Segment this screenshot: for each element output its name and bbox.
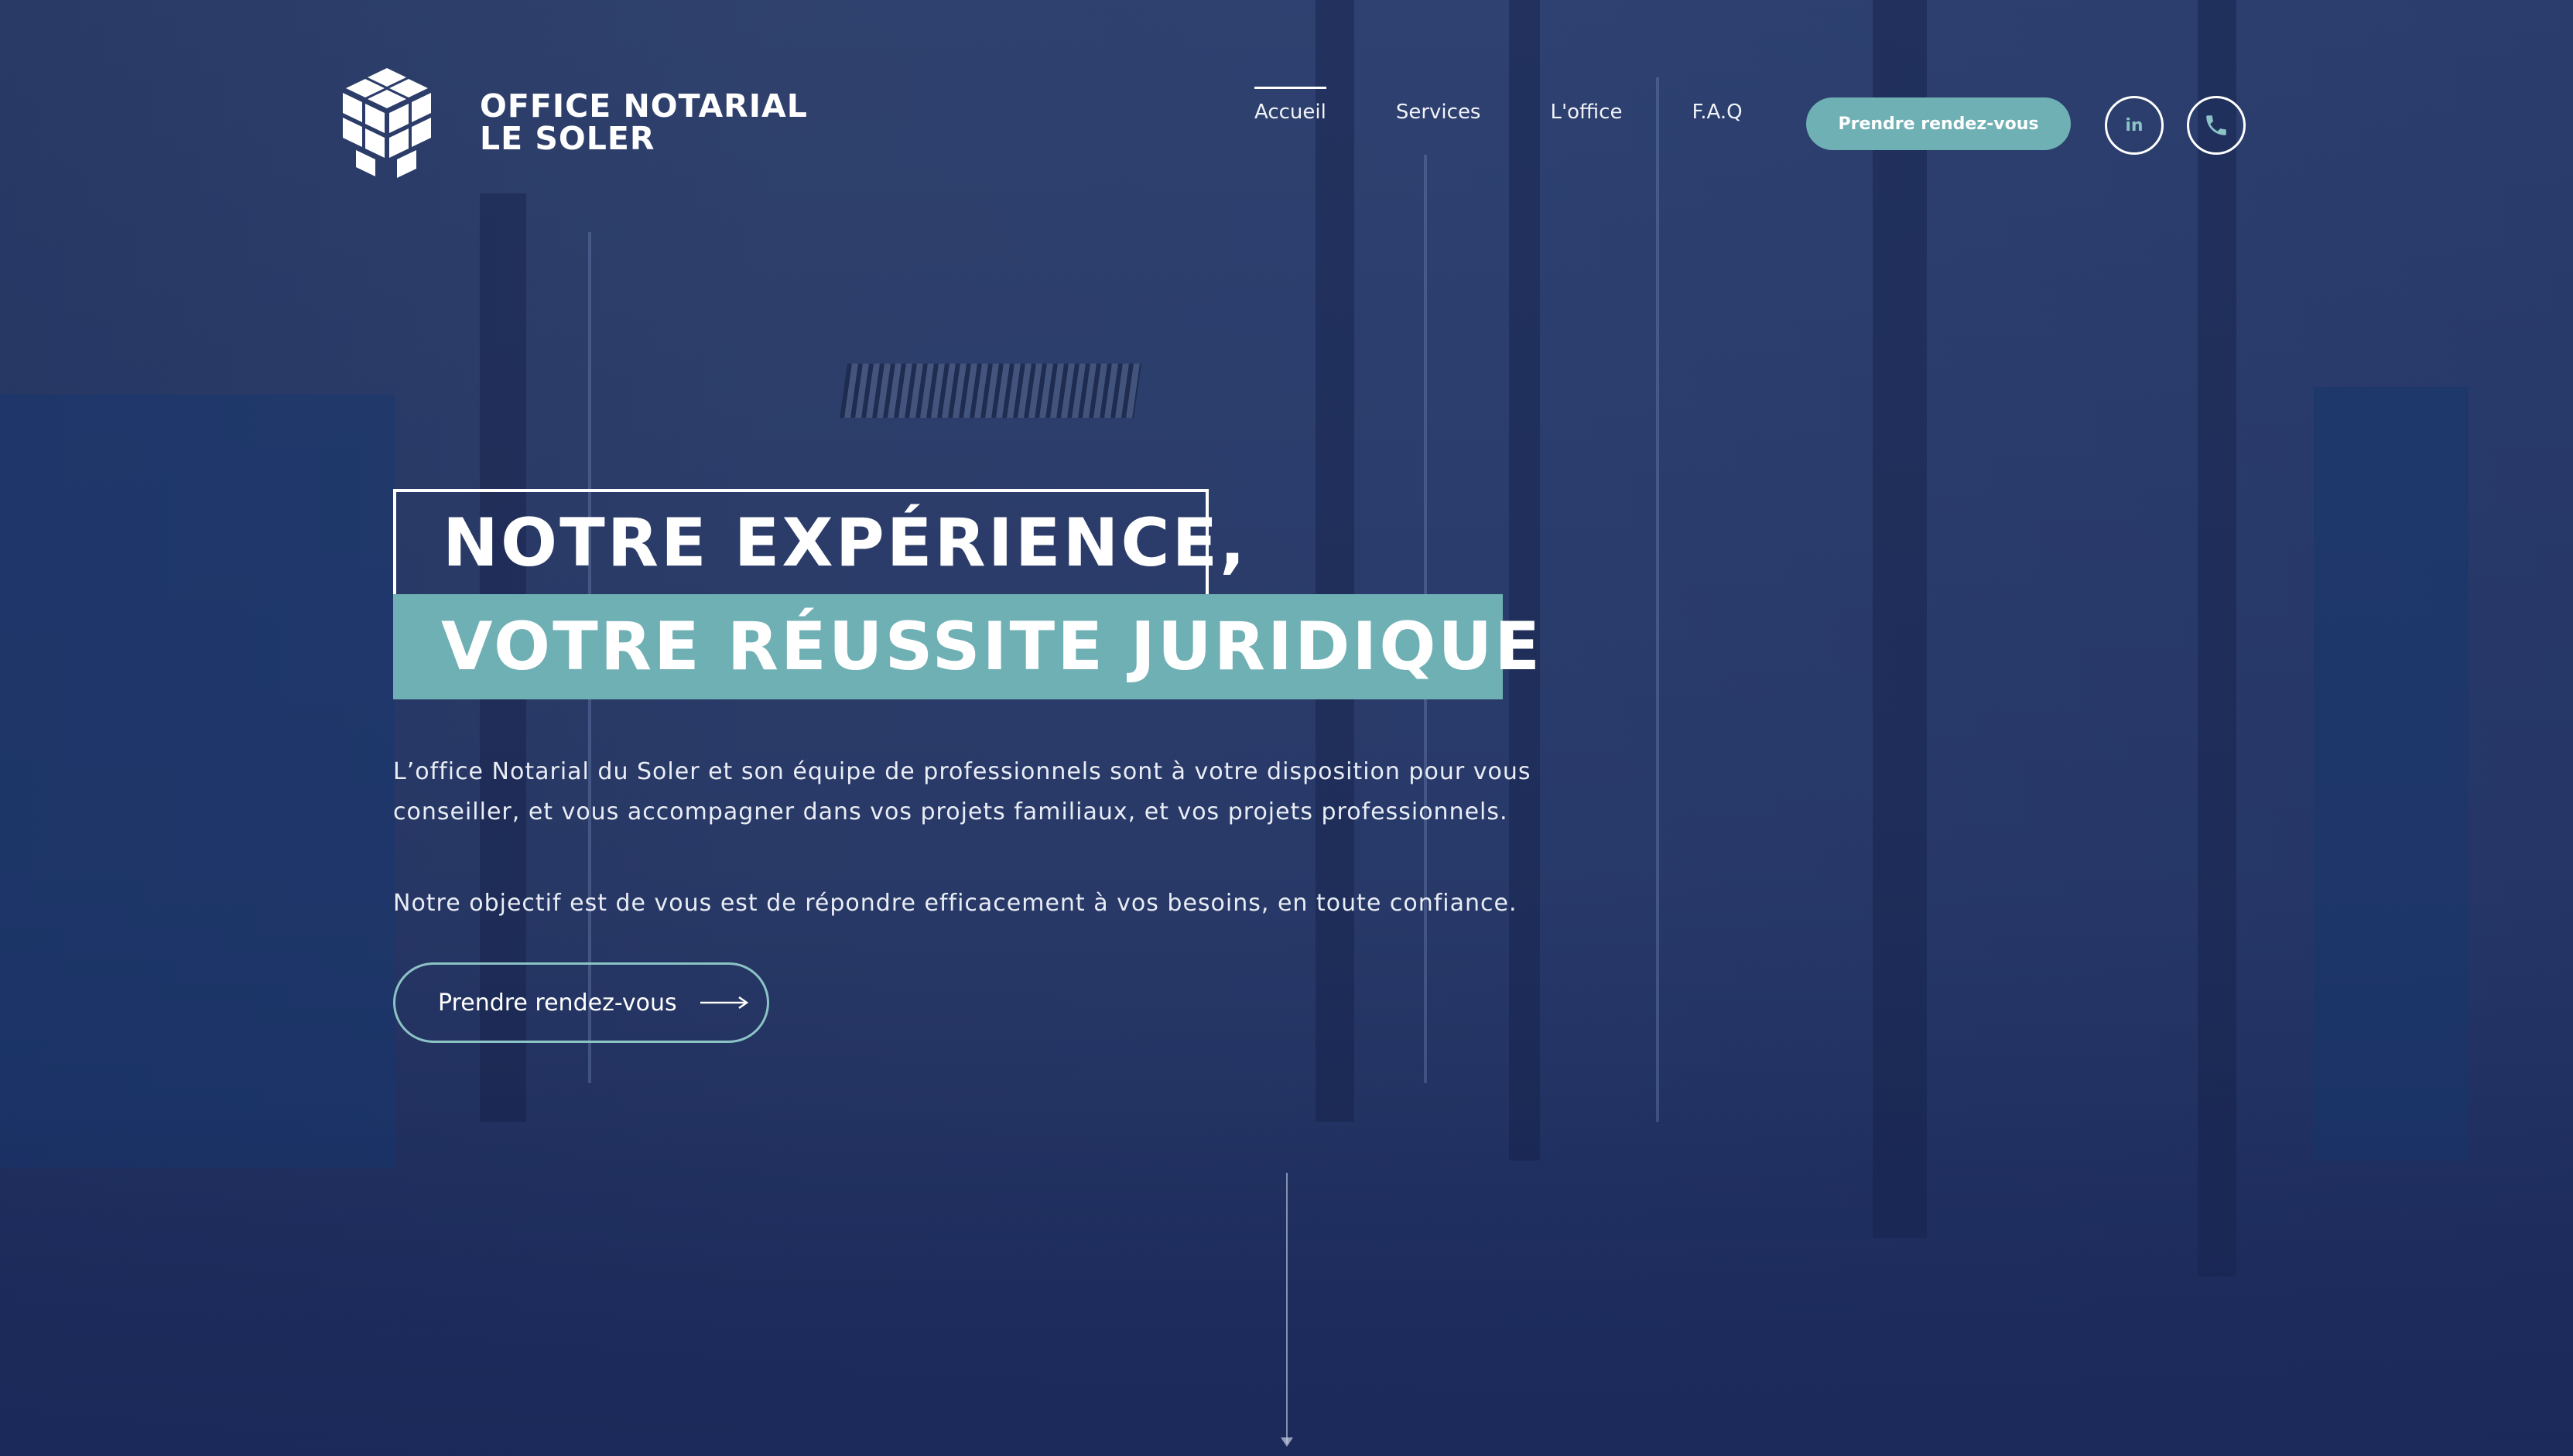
background-wall-left xyxy=(0,395,395,1168)
intro-paragraph: L’office Notarial du Soler et son équipe… xyxy=(393,758,1531,825)
brand-name: OFFICE NOTARIAL LE SOLER xyxy=(480,90,808,155)
phone-button[interactable] xyxy=(2187,96,2246,155)
background-pillar xyxy=(1873,0,1927,1238)
nav-item-faq[interactable]: F.A.Q xyxy=(1692,101,1742,124)
background-pillar xyxy=(1316,0,1354,1122)
nav-item-services[interactable]: Services xyxy=(1396,101,1481,124)
background-pillar xyxy=(2198,0,2236,1277)
hero-appointment-button[interactable]: Prendre rendez-vous xyxy=(393,962,769,1043)
background-line xyxy=(1656,77,1659,1122)
phone-icon xyxy=(2206,115,2226,135)
nav-item-office[interactable]: L'office xyxy=(1550,101,1622,124)
linkedin-icon: in xyxy=(2125,115,2144,135)
brand-line1: OFFICE NOTARIAL xyxy=(480,87,808,125)
nav-item-accueil[interactable]: Accueil xyxy=(1254,87,1326,124)
hero-appointment-label: Prendre rendez-vous xyxy=(438,989,677,1017)
linkedin-button[interactable]: in xyxy=(2105,96,2164,155)
scroll-down-icon xyxy=(1281,1437,1293,1447)
background-vent xyxy=(840,364,1141,418)
brand-line2: LE SOLER xyxy=(480,120,655,157)
background-pillar xyxy=(1509,0,1540,1160)
main-nav: Accueil Services L'office F.A.Q xyxy=(1254,87,1812,124)
logo[interactable]: OFFICE NOTARIAL LE SOLER xyxy=(329,60,808,184)
cube-logo-icon xyxy=(343,68,431,178)
book-appointment-button[interactable]: Prendre rendez-vous xyxy=(1806,97,2071,150)
arrow-right-icon xyxy=(700,995,750,1010)
scroll-indicator-line xyxy=(1286,1173,1288,1444)
objective-paragraph: Notre objectif est de vous est de répond… xyxy=(393,890,1517,917)
background-wall-right xyxy=(2314,387,2469,1160)
headline-line2: VOTRE RÉUSSITE JURIDIQUE xyxy=(441,608,1543,685)
headline-line1: NOTRE EXPÉRIENCE, xyxy=(443,504,1247,582)
